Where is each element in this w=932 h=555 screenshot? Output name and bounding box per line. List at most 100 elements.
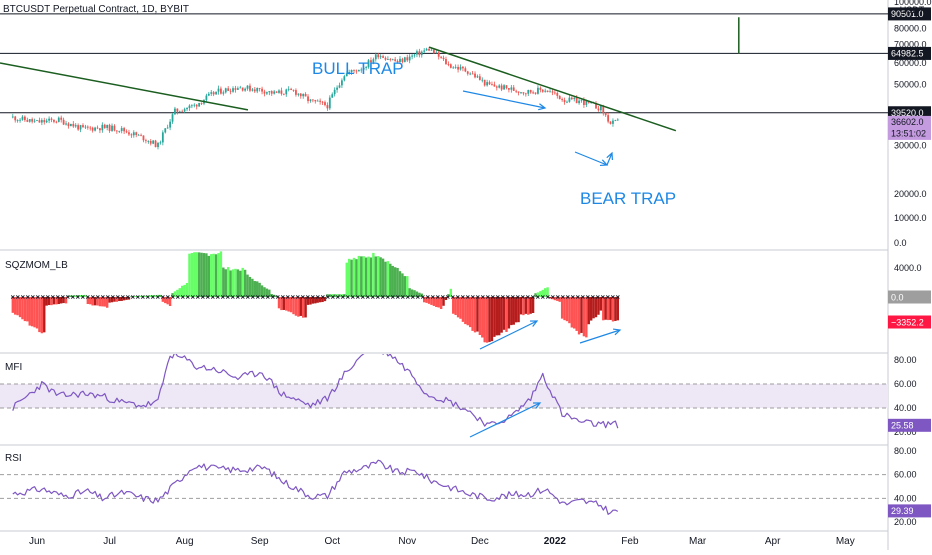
sqz-bar-149 xyxy=(372,252,375,297)
sqz-bar-195 xyxy=(483,297,486,343)
sqz-bar-193 xyxy=(478,297,482,336)
candle-body-39 xyxy=(106,124,109,128)
sqz-bar-243 xyxy=(599,297,603,311)
sqz-bar-121 xyxy=(304,297,307,318)
candle-body-27 xyxy=(77,125,80,130)
candle-body-41 xyxy=(111,125,113,131)
sqz-bar-74 xyxy=(190,253,194,297)
sqz-bar-159 xyxy=(396,267,399,297)
candle-body-207 xyxy=(512,87,515,91)
sqz-bar-204 xyxy=(505,297,508,332)
candle-body-96 xyxy=(244,88,247,91)
candle-body-113 xyxy=(285,89,288,95)
chart-root: Jun Jul Aug Sep Oct Nov Dec 2022 Feb Mar Apr May 100… xyxy=(0,0,932,550)
candle-body-30 xyxy=(84,126,87,128)
sqz-bar-183 xyxy=(454,297,457,316)
sqz-bar-176 xyxy=(437,297,440,308)
sqz-bar-80 xyxy=(205,253,208,297)
candle-body-73 xyxy=(188,105,191,109)
candle-body-1 xyxy=(14,116,17,121)
sqz-bar-240 xyxy=(592,297,595,319)
candle-body-100 xyxy=(253,89,256,92)
sqz-bar-147 xyxy=(367,256,370,297)
sqz-bar-89 xyxy=(226,267,230,297)
candle-body-10 xyxy=(36,120,38,122)
candle-body-226 xyxy=(558,95,561,100)
candle-body-215 xyxy=(532,92,534,94)
sqz-bar-155 xyxy=(386,261,390,297)
sqz-bar-157 xyxy=(391,265,394,297)
sqz-bar-205 xyxy=(507,297,511,329)
candle-body-224 xyxy=(553,92,556,94)
sqz-bar-189 xyxy=(468,297,472,328)
candle-body-16 xyxy=(50,118,53,120)
candle-body-242 xyxy=(597,108,600,111)
candle-body-21 xyxy=(62,119,65,125)
bear-trap-annotation: BEAR TRAP xyxy=(580,189,676,208)
candle-body-195 xyxy=(483,79,486,86)
candle-body-60 xyxy=(157,142,159,148)
sqz-bar-156 xyxy=(389,263,392,297)
sqz-bar-83 xyxy=(212,253,215,297)
x-tick-label-4: Oct xyxy=(324,536,340,547)
sqz-bar-141 xyxy=(352,257,356,297)
sqz-bar-77 xyxy=(197,252,201,297)
candle-body-210 xyxy=(520,92,522,94)
candle-body-125 xyxy=(314,100,317,102)
sqz-bar-212 xyxy=(524,297,528,314)
candle-body-102 xyxy=(258,87,261,89)
candle-body-118 xyxy=(297,93,300,95)
sqz-bar-199 xyxy=(493,297,496,337)
sqz-bar-211 xyxy=(522,297,525,316)
candle-body-230 xyxy=(568,97,571,102)
sqz-bar-231 xyxy=(570,297,574,328)
candle-body-217 xyxy=(537,87,539,94)
sqz-bar-229 xyxy=(565,297,569,322)
x-tick-label-2: Aug xyxy=(176,536,194,547)
sqz-bar-146 xyxy=(364,257,368,297)
sqz-bar-203 xyxy=(502,297,506,330)
candle-body-192 xyxy=(476,76,479,78)
candle-body-108 xyxy=(273,91,276,94)
sqz-bar-182 xyxy=(452,297,455,314)
price-tick-label-5: 30000.0 xyxy=(894,141,927,151)
sqz-bar-71 xyxy=(183,284,186,297)
candle-body-45 xyxy=(120,128,123,131)
sqz-bar-198 xyxy=(490,297,494,342)
sqz-bar-75 xyxy=(193,252,196,297)
candle-body-205 xyxy=(508,88,510,90)
candle-body-235 xyxy=(580,99,583,101)
candle-body-250 xyxy=(616,119,619,121)
sqz-bar-88 xyxy=(224,269,227,297)
sqz-bar-186 xyxy=(461,297,465,322)
candle-body-189 xyxy=(469,73,472,75)
candle-body-12 xyxy=(40,120,43,123)
candle-body-104 xyxy=(263,91,266,94)
candle-body-49 xyxy=(130,134,133,136)
sqz-bar-233 xyxy=(575,297,578,331)
candle-body-54 xyxy=(142,135,145,141)
candle-body-202 xyxy=(500,85,503,90)
sqz-bar-78 xyxy=(200,252,203,297)
candle-body-109 xyxy=(275,91,278,93)
mfi-tick-label-2: 40.00 xyxy=(894,403,917,413)
sqz-bar-92 xyxy=(234,268,237,297)
candle-body-75 xyxy=(193,104,196,106)
sqz-bar-7 xyxy=(28,297,31,326)
candle-body-23 xyxy=(67,123,70,127)
rsi-tick-label-1: 60.00 xyxy=(894,470,917,480)
candle-body-117 xyxy=(295,90,297,95)
candle-body-186 xyxy=(462,66,464,69)
candle-body-133 xyxy=(333,89,336,95)
sqz-bar-194 xyxy=(481,297,484,338)
candle-body-4 xyxy=(21,116,24,120)
candle-body-151 xyxy=(377,54,380,58)
candle-body-193 xyxy=(478,76,481,80)
candle-body-132 xyxy=(331,94,334,98)
chart-svg[interactable]: Jun Jul Aug Sep Oct Nov Dec 2022 Feb Mar Apr May 100… xyxy=(0,0,932,550)
candle-body-26 xyxy=(74,125,77,127)
sqz-bar-127 xyxy=(318,297,322,303)
candle-body-85 xyxy=(217,88,220,92)
sqz-bar-191 xyxy=(473,297,477,333)
candle-body-223 xyxy=(551,91,554,93)
